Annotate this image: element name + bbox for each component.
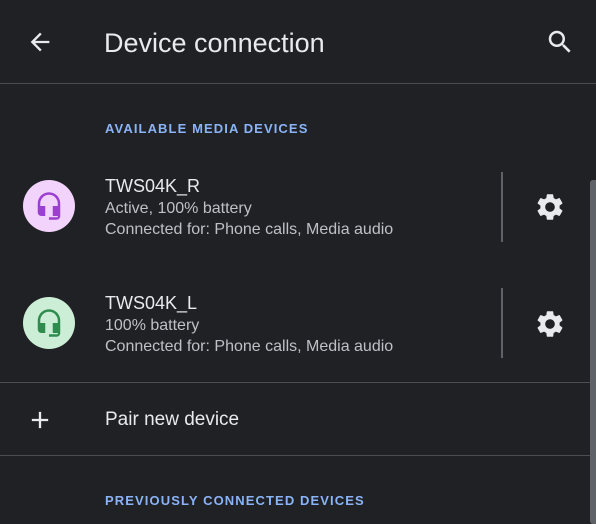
vertical-divider xyxy=(501,172,503,242)
device-status: Active, 100% battery xyxy=(105,200,252,217)
gear-icon xyxy=(537,194,563,220)
search-icon xyxy=(548,30,571,53)
search-button[interactable] xyxy=(538,20,582,64)
device-info: TWS04K_L 100% battery Connected for: Pho… xyxy=(105,291,490,357)
scrollbar[interactable] xyxy=(590,180,596,524)
device-connected-for: Connected for: Phone calls, Media audio xyxy=(105,221,394,238)
device-info: TWS04K_R Active, 100% battery Connected … xyxy=(105,174,490,240)
app-bar-divider xyxy=(0,83,596,84)
back-button[interactable] xyxy=(18,22,62,62)
headset-icon xyxy=(37,192,61,220)
app-bar: Device connection xyxy=(0,0,596,83)
headset-icon xyxy=(37,309,61,337)
device-avatar xyxy=(23,297,75,349)
device-avatar xyxy=(23,180,75,232)
vertical-divider xyxy=(501,288,503,358)
device-settings-button[interactable] xyxy=(526,300,574,348)
plus-icon xyxy=(31,411,49,429)
device-name: TWS04K_R xyxy=(105,176,201,196)
list-divider xyxy=(0,455,596,456)
device-connected-for: Connected for: Phone calls, Media audio xyxy=(105,338,394,355)
pair-new-device-button[interactable]: Pair new device xyxy=(0,384,596,456)
section-header-available: AVAILABLE MEDIA DEVICES xyxy=(105,121,309,136)
arrow-back-icon xyxy=(30,32,50,52)
gear-icon xyxy=(537,311,563,337)
device-status: 100% battery xyxy=(105,317,200,334)
device-row-tws04k-l[interactable]: TWS04K_L 100% battery Connected for: Pho… xyxy=(0,267,596,377)
list-divider xyxy=(0,382,596,383)
pair-new-device-label: Pair new device xyxy=(105,409,240,430)
section-header-previous: PREVIOUSLY CONNECTED DEVICES xyxy=(105,493,365,508)
device-row-tws04k-r[interactable]: TWS04K_R Active, 100% battery Connected … xyxy=(0,150,596,260)
device-settings-button[interactable] xyxy=(526,183,574,231)
page-title: Device connection xyxy=(104,28,325,58)
device-name: TWS04K_L xyxy=(105,293,198,313)
